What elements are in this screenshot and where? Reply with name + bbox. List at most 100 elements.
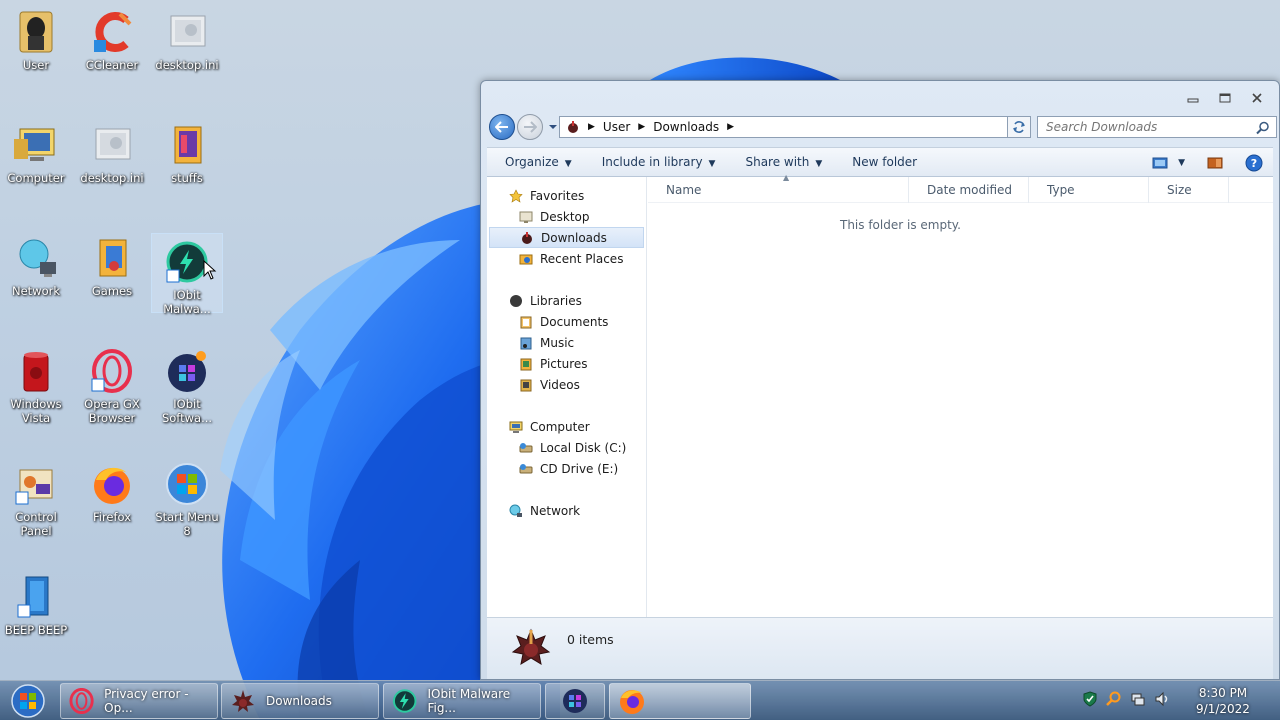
downloads-folder-large-icon [511, 628, 551, 666]
desktop-icon-desktop-ini-1[interactable]: desktop.ini [151, 4, 223, 84]
taskbar-item-opera[interactable]: Privacy error - Op... [60, 683, 218, 719]
new-folder-label: New folder [852, 155, 918, 169]
nav-videos[interactable]: Videos [487, 374, 646, 395]
nav-music[interactable]: Music [487, 332, 646, 353]
clock[interactable]: 8:30 PM 9/1/2022 [1188, 685, 1258, 717]
start-button[interactable] [6, 683, 50, 719]
nav-cd-drive[interactable]: CD Drive (E:) [487, 458, 646, 479]
maximize-button[interactable] [1211, 89, 1239, 107]
column-name[interactable]: Name ▲ [648, 173, 909, 203]
desktop-icon-desktop-ini-2[interactable]: desktop.ini [76, 117, 148, 197]
search-box[interactable] [1037, 116, 1277, 138]
breadcrumb-separator: ▶ [638, 122, 646, 132]
desktop-icon-start-menu-8[interactable]: Start Menu 8 [151, 456, 223, 538]
navigation-pane[interactable]: Favorites Desktop Downloads Recent Place… [487, 177, 647, 617]
nav-label: Network [530, 503, 581, 518]
magnifier-tray-icon[interactable] [1106, 691, 1122, 707]
desktop-icon-opera-gx[interactable]: Opera GX Browser [76, 343, 148, 425]
desktop-icon-iobit-software[interactable]: IObit Softwa... [151, 343, 223, 425]
minimize-button[interactable] [1179, 89, 1207, 107]
close-button[interactable] [1243, 89, 1271, 107]
nav-label: Pictures [540, 356, 588, 371]
opera-gx-icon [91, 349, 132, 393]
windows-orb-icon [11, 684, 45, 718]
desktop-icon [519, 211, 533, 223]
file-list[interactable]: Name ▲ Date modified Type Size This fold… [648, 173, 1273, 617]
include-in-library-button[interactable]: Include in library ▼ [602, 155, 716, 169]
help-icon[interactable]: ? [1245, 154, 1263, 172]
include-label: Include in library [601, 155, 703, 169]
nav-pictures[interactable]: Pictures [487, 353, 646, 374]
history-dropdown-icon[interactable] [547, 122, 559, 132]
column-type[interactable]: Type [1029, 176, 1149, 203]
chevron-down-icon: ▼ [1178, 158, 1185, 168]
arrow-left-icon [495, 121, 508, 133]
desktop-icon-firefox[interactable]: Firefox [76, 456, 148, 536]
share-with-button[interactable]: Share with ▼ [745, 155, 822, 169]
desktop-icon-control-panel[interactable]: Control Panel [0, 456, 72, 538]
nav-libraries[interactable]: Libraries [487, 290, 646, 311]
nav-desktop[interactable]: Desktop [487, 206, 646, 227]
breadcrumb-user[interactable]: User [603, 120, 630, 134]
desktop-icon-user[interactable]: User [0, 4, 72, 84]
chevron-down-icon: ▼ [815, 159, 823, 169]
command-bar-right: ▼ ? [1152, 154, 1263, 172]
desktop-icon-windows-vista[interactable]: Windows Vista [0, 343, 72, 425]
nav-label: Desktop [540, 209, 590, 224]
nav-label: Computer [530, 419, 590, 434]
arrow-right-icon [524, 121, 537, 133]
nav-computer[interactable]: Computer [487, 416, 646, 437]
ccleaner-icon [94, 12, 132, 52]
nav-downloads[interactable]: Downloads [489, 227, 644, 248]
forward-button[interactable] [517, 114, 543, 140]
preview-pane-icon[interactable] [1207, 157, 1223, 169]
taskbar-item-downloads[interactable]: Downloads [221, 683, 379, 719]
videos-icon [520, 379, 532, 391]
taskbar-item-iobit[interactable]: IObit Malware Fig... [383, 683, 541, 719]
task-label: Downloads [266, 694, 332, 708]
desktop-icon-computer[interactable]: Computer [0, 117, 72, 197]
nav-documents[interactable]: Documents [487, 311, 646, 332]
nav-label: Libraries [530, 293, 582, 308]
desktop-icon-label: IObit Softwa... [161, 397, 213, 425]
desktop-icon-network[interactable]: Network [0, 230, 72, 310]
column-size[interactable]: Size [1149, 176, 1229, 203]
nav-recent-places[interactable]: Recent Places [487, 248, 646, 269]
nav-network[interactable]: Network [487, 500, 646, 521]
organize-button[interactable]: Organize ▼ [505, 155, 572, 169]
new-folder-button[interactable]: New folder [852, 155, 917, 169]
address-bar[interactable]: ▶ User ▶ Downloads ▶ [559, 116, 1025, 138]
breadcrumb-downloads[interactable]: Downloads [653, 120, 719, 134]
nav-local-disk[interactable]: Local Disk (C:) [487, 437, 646, 458]
column-label: Size [1167, 182, 1192, 197]
computer-icon [14, 128, 55, 161]
explorer-window[interactable]: ▶ User ▶ Downloads ▶ Organize ▼ Include i… [480, 80, 1280, 680]
shield-icon[interactable] [1082, 691, 1098, 707]
taskbar-item-firefox[interactable] [609, 683, 751, 719]
desktop-icon-ccleaner[interactable]: CCleaner [76, 4, 148, 84]
change-view-button[interactable]: ▼ [1152, 157, 1185, 169]
desktop-icon-games[interactable]: Games [76, 230, 148, 310]
iobit-software-updater-icon [168, 351, 206, 392]
settings-file-icon [170, 15, 206, 47]
search-input[interactable] [1046, 120, 1246, 134]
refresh-button[interactable] [1007, 116, 1031, 138]
nav-label: CD Drive (E:) [540, 461, 619, 476]
recent-places-icon [519, 254, 533, 264]
chevron-down-icon: ▼ [708, 159, 716, 169]
desktop-icon-beep-beep[interactable]: BEEP BEEP [0, 569, 72, 649]
volume-icon[interactable] [1154, 691, 1170, 707]
nav-favorites[interactable]: Favorites [487, 185, 646, 206]
desktop-icon-stuffs[interactable]: stuffs [151, 117, 223, 197]
system-tray [1082, 691, 1170, 707]
back-button[interactable] [489, 114, 515, 140]
desktop-icon-label: desktop.ini [80, 171, 144, 185]
network-globe-icon [19, 239, 56, 277]
user-folder-icon [19, 11, 53, 53]
taskbar-item-iobit-software[interactable] [545, 683, 605, 719]
column-date-modified[interactable]: Date modified [909, 176, 1029, 203]
breadcrumb-separator: ▶ [727, 122, 735, 132]
nav-label: Documents [540, 314, 609, 329]
network-tray-icon[interactable] [1130, 691, 1146, 707]
search-icon[interactable] [1256, 121, 1270, 135]
